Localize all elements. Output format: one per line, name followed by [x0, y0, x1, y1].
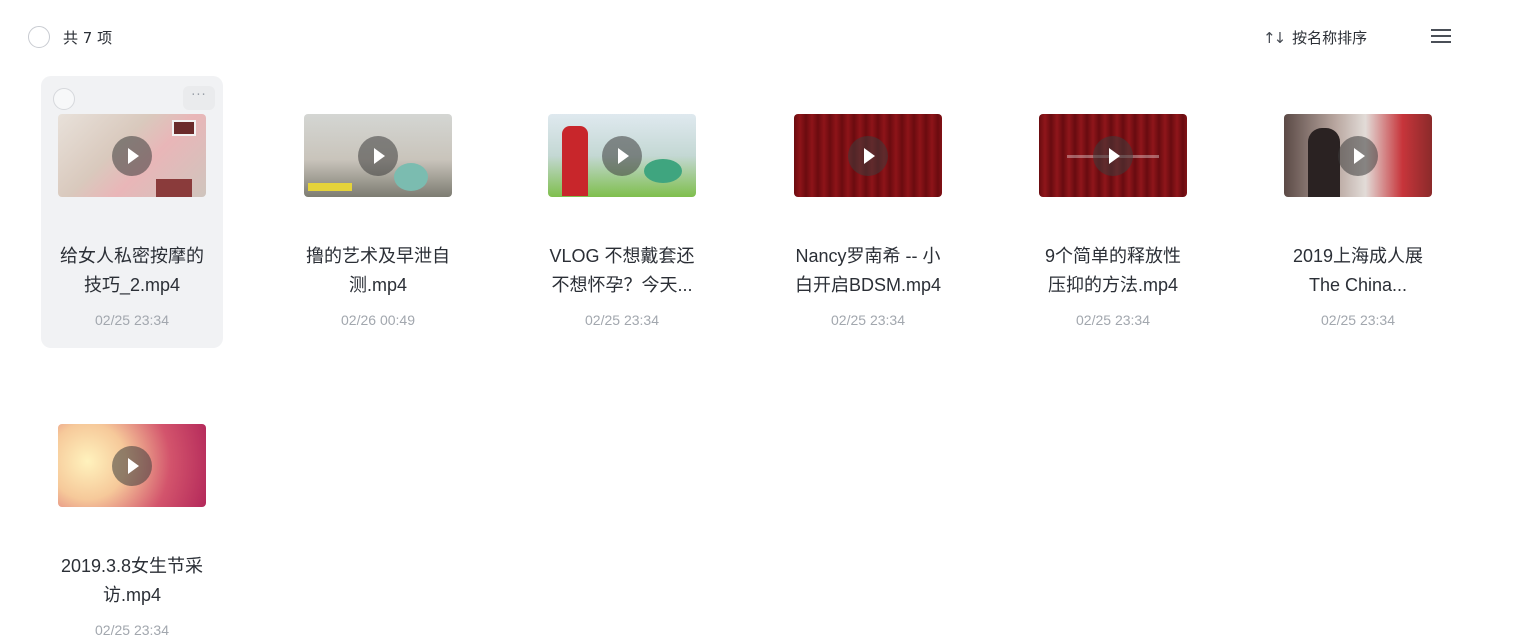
file-name: Nancy罗南希 -- 小白开启BDSM.mp4	[794, 246, 942, 295]
list-menu-icon[interactable]	[1431, 28, 1451, 44]
file-name: 2019.3.8女生节采 访.mp4	[60, 556, 204, 605]
file-name: 给女人私密按摩的 技巧_2.mp4	[60, 246, 204, 295]
file-date: 02/25 23:34	[1321, 312, 1395, 328]
file-list-toolbar: 共 7 项 ↑↓ 按名称排序	[0, 0, 1537, 74]
video-thumbnail	[1039, 114, 1187, 197]
play-icon	[112, 135, 152, 176]
play-icon	[1338, 135, 1378, 176]
file-date: 02/25 23:34	[95, 312, 169, 328]
video-thumbnail	[1284, 114, 1432, 197]
play-icon	[848, 135, 888, 176]
file-date: 02/25 23:34	[831, 312, 905, 328]
file-card[interactable]: 2019.3.8女生节采 访.mp4 02/25 23:34	[41, 386, 223, 638]
more-options-button[interactable]: ···	[183, 86, 215, 110]
play-icon	[1093, 135, 1133, 176]
file-select-checkbox[interactable]	[53, 88, 75, 110]
file-date: 02/25 23:34	[1076, 312, 1150, 328]
file-card[interactable]: VLOG 不想戴套还 不想怀孕？今天... 02/25 23:34	[531, 76, 713, 348]
video-thumbnail	[58, 114, 206, 197]
video-thumbnail	[304, 114, 452, 197]
file-name: VLOG 不想戴套还 不想怀孕？今天...	[549, 246, 695, 295]
file-card[interactable]: 撸的艺术及早泄自 测.mp4 02/26 00:49	[287, 76, 469, 348]
video-thumbnail	[794, 114, 942, 197]
item-count-label: 共 7 项	[63, 29, 113, 47]
file-date: 02/26 00:49	[341, 312, 415, 328]
sort-arrows-icon: ↑↓	[1263, 28, 1286, 47]
file-card[interactable]: 2019上海成人展 The China... 02/25 23:34	[1267, 76, 1449, 348]
sort-label: 按名称排序	[1292, 29, 1368, 47]
select-all-checkbox[interactable]	[28, 26, 50, 48]
file-date: 02/25 23:34	[585, 312, 659, 328]
play-icon	[602, 135, 642, 176]
video-thumbnail	[58, 424, 206, 507]
video-thumbnail	[548, 114, 696, 197]
file-card[interactable]: Nancy罗南希 -- 小白开启BDSM.mp4 02/25 23:34	[777, 76, 959, 348]
play-icon	[112, 445, 152, 486]
file-name: 撸的艺术及早泄自 测.mp4	[306, 246, 450, 295]
play-icon	[358, 135, 398, 176]
file-name: 2019上海成人展 The China...	[1292, 246, 1424, 295]
sort-by-name-button[interactable]: ↑↓ 按名称排序	[1263, 27, 1367, 48]
file-card[interactable]: 9个简单的释放性 压抑的方法.mp4 02/25 23:34	[1022, 76, 1204, 348]
file-name: 9个简单的释放性 压抑的方法.mp4	[1044, 246, 1181, 295]
file-card[interactable]: ··· 给女人私密按摩的 技巧_2.mp4 02/25 23:34	[41, 76, 223, 348]
